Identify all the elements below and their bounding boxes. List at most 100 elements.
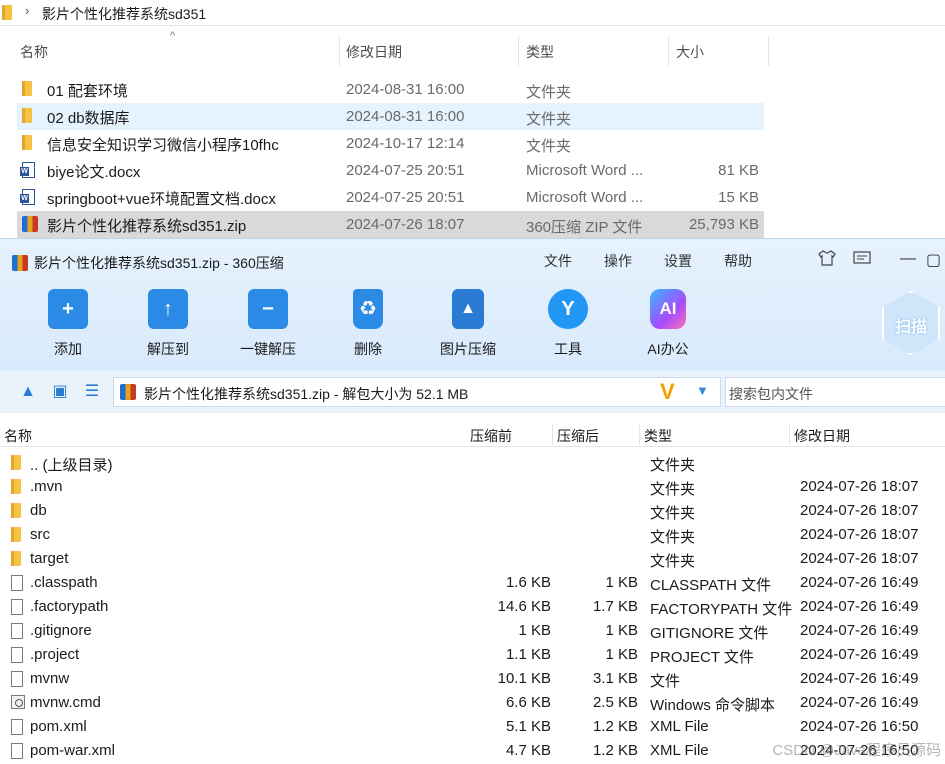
chevron-down-icon[interactable]: ▼ xyxy=(696,383,709,398)
menu-help[interactable]: 帮助 xyxy=(724,251,752,271)
minimize-icon[interactable]: — xyxy=(900,250,916,268)
extract-to-label: 解压到 xyxy=(147,341,189,357)
folder-icon xyxy=(11,503,21,518)
file-icon xyxy=(11,599,23,615)
entry-type: XML File xyxy=(650,718,709,735)
screen: › 影片个性化推荐系统sd351 名称 ^ 修改日期 类型 大小 01 配套环境… xyxy=(0,0,945,764)
entry-name: src xyxy=(30,526,50,543)
extract-to-button[interactable]: ↑ 解压到 xyxy=(128,289,208,359)
entry-packed-size: 1.6 KB xyxy=(505,574,551,591)
add-button[interactable]: + 添加 xyxy=(28,289,108,359)
image-compress-button[interactable]: ▲ 图片压缩 xyxy=(428,289,508,359)
one-click-extract-label: 一键解压 xyxy=(240,341,296,357)
menu-operation[interactable]: 操作 xyxy=(604,251,632,271)
entry-date: 2024-07-26 18:07 xyxy=(800,502,919,519)
zip-list-row[interactable]: .classpath 1.6 KB 1 KB CLASSPATH 文件 2024-07-… xyxy=(0,571,945,595)
chevron-right-icon[interactable]: › xyxy=(25,3,29,18)
column-size[interactable]: 大小 xyxy=(676,42,704,62)
entry-compressed-size: 1 KB xyxy=(605,574,638,591)
skin-icon[interactable] xyxy=(818,250,836,271)
explorer-row[interactable]: 02 db数据库 2024-08-31 16:00 文件夹 xyxy=(17,103,764,130)
zip-list-row[interactable]: .. (上级目录) 文件夹 xyxy=(0,451,945,475)
file-explorer-window: › 影片个性化推荐系统sd351 名称 ^ 修改日期 类型 大小 01 配套环境… xyxy=(0,0,945,238)
entry-date: 2024-07-26 16:49 xyxy=(800,646,919,663)
zip-list-row[interactable]: mvnw 10.1 KB 3.1 KB 文件 2024-07-26 16:49 xyxy=(0,667,945,691)
up-arrow-icon[interactable]: ▲ xyxy=(19,383,37,401)
explorer-row[interactable]: biye论文.docx 2024-07-25 20:51 Microsoft W… xyxy=(17,157,764,184)
feedback-icon[interactable] xyxy=(853,250,871,271)
entry-compressed-size: 1.2 KB xyxy=(592,742,638,759)
entry-compressed-size: 1.2 KB xyxy=(592,718,638,735)
zip-archive-window: 影片个性化推荐系统sd351.zip - 360压缩 文件 操作 设置 帮助 —… xyxy=(0,238,945,764)
address-bar[interactable]: › 影片个性化推荐系统sd351 xyxy=(0,0,945,26)
tools-label: 工具 xyxy=(554,341,582,357)
file-date: 2024-07-25 20:51 xyxy=(346,189,465,206)
file-name: 02 db数据库 xyxy=(47,110,130,127)
zip-list-row[interactable]: .factorypath 14.6 KB 1.7 KB FACTORYPATH 文件 2… xyxy=(0,595,945,619)
folder-icon xyxy=(11,551,21,566)
zip-nav-bar: ▲ ▣ ☰ 影片个性化推荐系统sd351.zip - 解包大小为 52.1 MB… xyxy=(0,371,945,413)
view-thumbnail-icon[interactable]: ▣ xyxy=(51,383,69,401)
column-name[interactable]: 名称 xyxy=(4,426,32,446)
folder-icon xyxy=(11,527,21,542)
entry-type: XML File xyxy=(650,742,709,759)
add-label: 添加 xyxy=(54,341,82,357)
menu-settings[interactable]: 设置 xyxy=(664,251,692,271)
explorer-row[interactable]: 01 配套环境 2024-08-31 16:00 文件夹 xyxy=(17,76,764,103)
explorer-row[interactable]: springboot+vue环境配置文档.docx 2024-07-25 20:… xyxy=(17,184,764,211)
word-doc-icon xyxy=(20,162,38,178)
column-name[interactable]: 名称 xyxy=(20,42,48,62)
zip-list-row[interactable]: pom.xml 5.1 KB 1.2 KB XML File 2024-07-26 16… xyxy=(0,715,945,739)
file-size: 25,793 KB xyxy=(688,216,759,233)
archive-path-bar[interactable]: 影片个性化推荐系统sd351.zip - 解包大小为 52.1 MB V ▼ xyxy=(113,377,721,407)
one-click-extract-button[interactable]: − 一键解压 xyxy=(228,289,308,359)
ai-office-button[interactable]: AI AI办公 xyxy=(628,289,708,359)
entry-type: FACTORYPATH 文件 xyxy=(650,601,793,618)
image-compress-icon: ▲ xyxy=(452,289,484,329)
search-input[interactable]: 搜索包内文件 xyxy=(725,377,945,407)
maximize-icon[interactable]: ▢ xyxy=(926,250,941,270)
entry-name: pom.xml xyxy=(30,718,87,735)
zip-list-row[interactable]: target 文件夹 2024-07-26 18:07 xyxy=(0,547,945,571)
entry-packed-size: 14.6 KB xyxy=(497,598,551,615)
scan-button[interactable]: 扫描 xyxy=(882,291,940,355)
explorer-row-selected[interactable]: 影片个性化推荐系统sd351.zip 2024-07-26 18:07 360压… xyxy=(17,211,764,238)
zip-list-row[interactable]: .project 1.1 KB 1 KB PROJECT 文件 2024-07-26 1… xyxy=(0,643,945,667)
file-name: 信息安全知识学习微信小程序10fhc xyxy=(47,137,279,154)
file-type: Microsoft Word ... xyxy=(526,162,644,179)
entry-compressed-size: 1.7 KB xyxy=(592,598,638,615)
v-logo-icon[interactable]: V xyxy=(660,379,675,405)
zip-list-row[interactable]: mvnw.cmd 6.6 KB 2.5 KB Windows 命令脚本 2024-07-… xyxy=(0,691,945,715)
window-title-text: 影片个性化推荐系统sd351.zip - 360压缩 xyxy=(34,255,284,271)
zip-list-row[interactable]: db 文件夹 2024-07-26 18:07 xyxy=(0,499,945,523)
zip-list-row[interactable]: .mvn 文件夹 2024-07-26 18:07 xyxy=(0,475,945,499)
column-date[interactable]: 修改日期 xyxy=(346,42,402,62)
column-date[interactable]: 修改日期 xyxy=(794,426,850,446)
zip-list-row[interactable]: .gitignore 1 KB 1 KB GITIGNORE 文件 2024-07-26… xyxy=(0,619,945,643)
ai-office-label: AI办公 xyxy=(647,341,689,357)
column-type[interactable]: 类型 xyxy=(644,426,672,446)
ai-office-icon: AI xyxy=(650,289,686,329)
delete-label: 删除 xyxy=(354,341,382,357)
entry-type: GITIGNORE 文件 xyxy=(650,625,769,642)
column-type[interactable]: 类型 xyxy=(526,42,554,62)
column-packed[interactable]: 压缩前 xyxy=(470,426,512,446)
entry-type: CLASSPATH 文件 xyxy=(650,577,772,594)
entry-type: 文件夹 xyxy=(650,553,696,570)
view-list-icon[interactable]: ☰ xyxy=(83,383,101,401)
entry-type: 文件夹 xyxy=(650,457,696,474)
zip-list-row[interactable]: src 文件夹 2024-07-26 18:07 xyxy=(0,523,945,547)
entry-type: Windows 命令脚本 xyxy=(650,697,776,714)
file-date: 2024-08-31 16:00 xyxy=(346,81,465,98)
delete-button[interactable]: ♻ 删除 xyxy=(328,289,408,359)
breadcrumb[interactable]: 影片个性化推荐系统sd351 xyxy=(42,4,206,24)
menu-file[interactable]: 文件 xyxy=(544,251,572,271)
explorer-row[interactable]: 信息安全知识学习微信小程序10fhc 2024-10-17 12:14 文件夹 xyxy=(17,130,764,157)
entry-date: 2024-07-26 16:50 xyxy=(800,718,919,735)
file-date: 2024-08-31 16:00 xyxy=(346,108,465,125)
file-type: Microsoft Word ... xyxy=(526,189,644,206)
folder-icon xyxy=(11,455,21,470)
column-compressed[interactable]: 压缩后 xyxy=(557,426,599,446)
tools-button[interactable]: Y 工具 xyxy=(528,289,608,359)
entry-date: 2024-07-26 18:07 xyxy=(800,478,919,495)
